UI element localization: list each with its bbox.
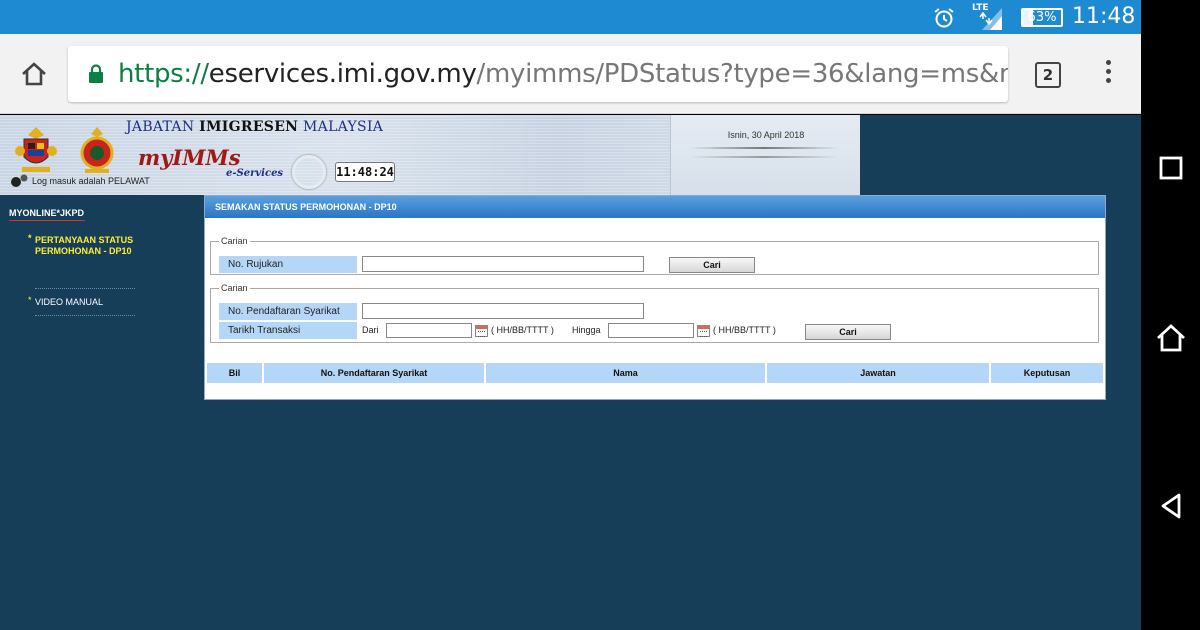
home-nav-icon[interactable]: [1155, 322, 1187, 354]
login-status: Log masuk adalah PELAWAT: [32, 176, 150, 186]
to-date-format: ( HH/BB/TTTT ): [713, 325, 776, 335]
search-by-company-button[interactable]: Cari: [805, 324, 891, 340]
address-bar[interactable]: https://eservices.imi.gov.my/myimms/PDSt…: [68, 46, 1008, 102]
to-date-input[interactable]: [608, 323, 694, 338]
calendar-icon[interactable]: [697, 325, 710, 337]
date-panel: Isnin, 30 April 2018: [670, 115, 860, 195]
sidebar-item-label: PERTANYAAN STATUS PERMOHONAN - DP10: [35, 235, 134, 256]
from-date-format: ( HH/BB/TTTT ): [491, 325, 554, 335]
tab-switcher-icon[interactable]: 2: [1035, 62, 1061, 88]
url-text[interactable]: https://eservices.imi.gov.my/myimms/PDSt…: [118, 59, 1008, 89]
web-page: JABATAN IMIGRESEN MALAYSIA myIMMs e-Serv…: [0, 115, 1141, 630]
fieldset-legend: Carian: [221, 236, 248, 246]
reference-number-input[interactable]: [362, 256, 644, 272]
user-icon: [11, 174, 28, 187]
battery-icon: 63%: [1021, 8, 1063, 27]
app-logo-subtitle: e-Services: [226, 168, 284, 179]
url-path: /myimms/PDStatus?type=36&lang=ms&module: [476, 59, 1008, 89]
url-host: eservices.imi.gov.my: [208, 59, 477, 89]
alarm-icon: [934, 8, 954, 28]
sidebar-item-status-enquiry[interactable]: * PERTANYAAN STATUS PERMOHONAN - DP10: [28, 233, 135, 257]
battery-level: 63%: [1027, 10, 1057, 25]
current-date: Isnin, 30 April 2018: [727, 130, 805, 140]
column-header-bil: Bil: [207, 363, 262, 383]
company-registration-input[interactable]: [362, 303, 644, 319]
signal-icon: LTE: [970, 3, 1002, 30]
navigation-bar: [1141, 0, 1200, 630]
company-registration-label: No. Pendaftaran Syarikat: [219, 303, 357, 320]
status-time: 11:48: [1072, 4, 1136, 29]
calendar-icon[interactable]: [475, 325, 488, 337]
search-by-reference-button[interactable]: Cari: [669, 257, 755, 273]
browser-toolbar: https://eservices.imi.gov.my/myimms/PDSt…: [0, 34, 1141, 114]
reference-label: No. Rujukan: [219, 256, 357, 273]
url-scheme: https://: [118, 59, 209, 89]
lock-icon: [89, 64, 103, 83]
panel-title: SEMAKAN STATUS PERMOHONAN - DP10: [205, 196, 1105, 218]
clock-ring-icon: [292, 155, 326, 189]
coat-of-arms-icon: [15, 127, 57, 172]
app-logo: myIMMs: [138, 145, 241, 170]
column-header-name: Nama: [486, 363, 765, 383]
to-label: Hingga: [572, 325, 601, 335]
organization-name: JABATAN IMIGRESEN MALAYSIA: [126, 119, 384, 135]
from-label: Dari: [362, 325, 379, 335]
home-icon[interactable]: [18, 58, 50, 90]
from-date-input[interactable]: [386, 323, 472, 338]
fieldset-legend: Carian: [221, 283, 248, 293]
column-header-decision: Keputusan: [991, 363, 1103, 383]
sidebar-item-label: VIDEO MANUAL: [35, 297, 104, 307]
status-bar: LTE 63% 11:48: [0, 0, 1141, 34]
column-header-position: Jawatan: [767, 363, 989, 383]
back-icon[interactable]: [1155, 490, 1187, 522]
site-banner: JABATAN IMIGRESEN MALAYSIA myIMMs e-Serv…: [0, 115, 860, 195]
sidebar-title: MYONLINE*JKPD: [9, 208, 85, 218]
live-clock: 11:48:24: [335, 162, 395, 182]
status-search-panel: SEMAKAN STATUS PERMOHONAN - DP10 Carian …: [204, 195, 1106, 400]
reference-search-fieldset: Carian No. Rujukan Cari: [210, 236, 1099, 275]
column-header-company-registration: No. Pendaftaran Syarikat: [264, 363, 484, 383]
recents-icon[interactable]: [1155, 152, 1187, 184]
transaction-date-label: Tarikh Transaksi: [219, 322, 357, 339]
overflow-menu-icon[interactable]: [1100, 60, 1116, 90]
company-search-fieldset: Carian No. Pendaftaran Syarikat Tarikh T…: [210, 283, 1099, 343]
immigration-emblem-icon: [80, 127, 114, 173]
sidebar-item-video-manual[interactable]: * VIDEO MANUAL: [28, 295, 135, 308]
